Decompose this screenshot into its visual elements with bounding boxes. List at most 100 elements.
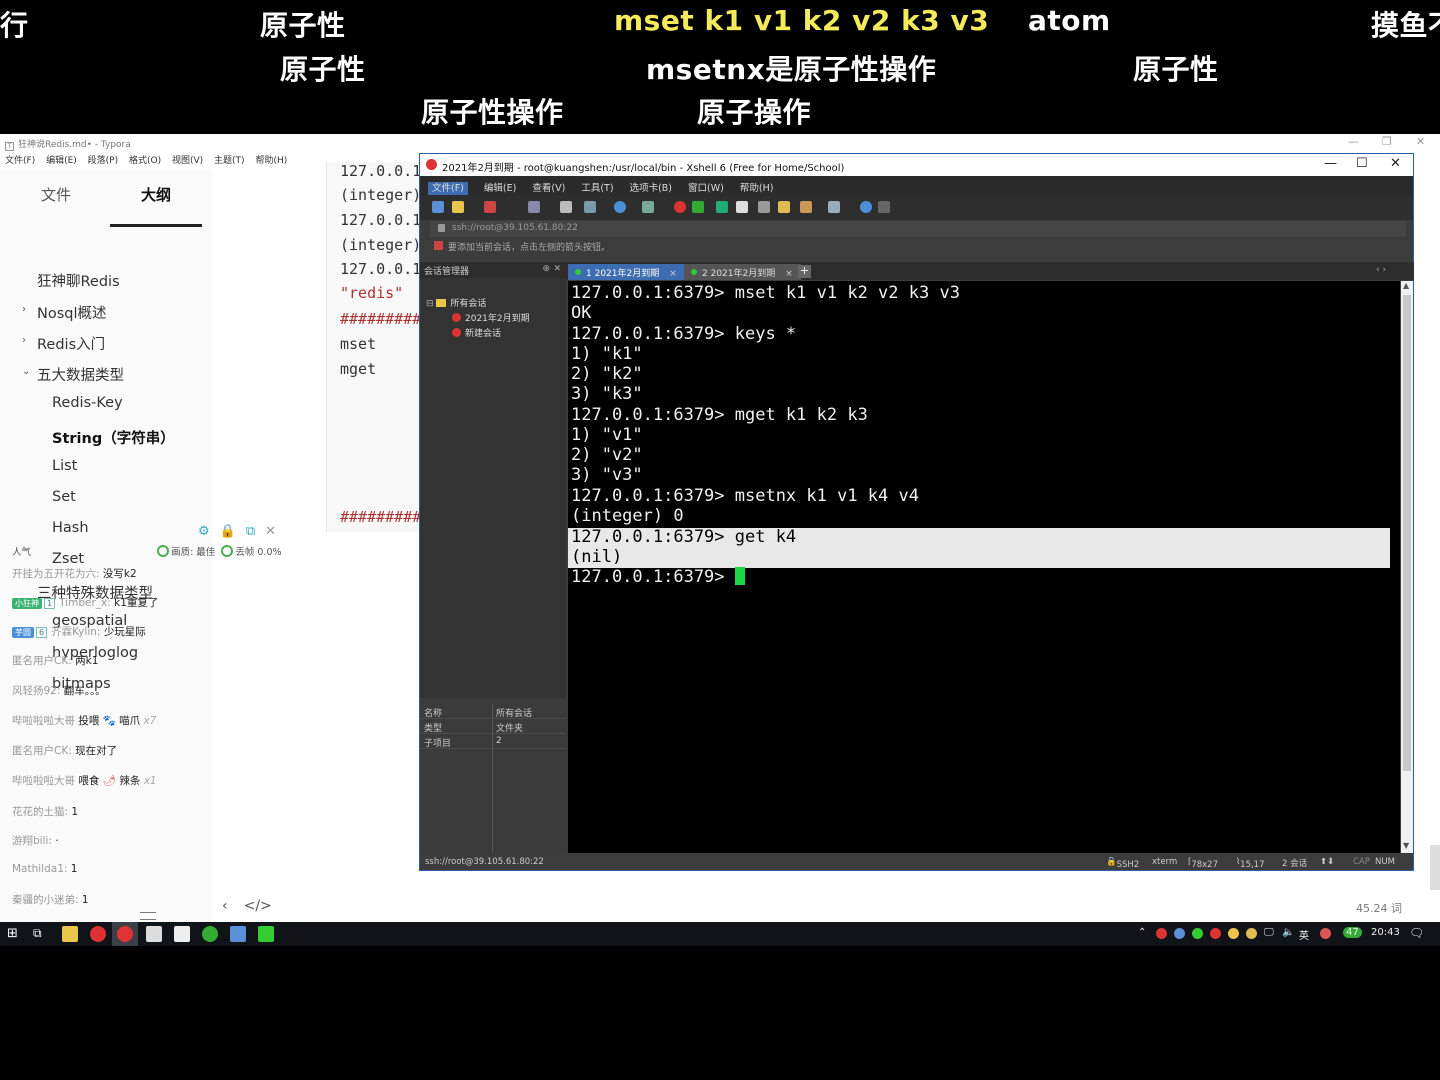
- menu-help[interactable]: 帮助(H): [740, 183, 774, 194]
- menu-tabs[interactable]: 选项卡(B): [630, 183, 672, 194]
- settings-icon[interactable]: ⚙: [198, 524, 210, 539]
- popout-icon[interactable]: ⧉: [246, 524, 255, 539]
- ime-indicator[interactable]: 英: [1299, 927, 1309, 942]
- menu-icon[interactable]: [140, 912, 156, 920]
- drop-label: 丢帧 0.0%: [235, 547, 282, 558]
- find-icon[interactable]: [560, 201, 572, 213]
- browser-icon[interactable]: [90, 926, 106, 942]
- menu-file[interactable]: 文件(F): [428, 182, 468, 195]
- scroll-down-icon[interactable]: ▼: [1403, 841, 1409, 850]
- session-tab[interactable]: 2 2021年2月到期 ×: [684, 264, 801, 280]
- menu-tools[interactable]: 工具(T): [581, 183, 613, 194]
- restore-icon[interactable]: ❐: [1382, 135, 1392, 148]
- tray-app-icon[interactable]: [1228, 928, 1239, 939]
- globe-icon[interactable]: [614, 201, 626, 213]
- xshell-taskbar-icon[interactable]: [117, 926, 133, 942]
- lock-icon[interactable]: [736, 201, 748, 213]
- network-icon[interactable]: 🖵: [1264, 927, 1274, 938]
- tray-app-icon[interactable]: [1192, 928, 1203, 939]
- disconnect-icon[interactable]: [484, 201, 496, 213]
- new-session-icon[interactable]: [432, 201, 444, 213]
- minimize-icon[interactable]: —: [1324, 156, 1337, 171]
- terminal-line: 127.0.0.1:6379> mget k1 k2 k3: [571, 405, 868, 425]
- minimize-icon[interactable]: —: [1348, 135, 1359, 148]
- maximize-icon[interactable]: ☐: [1356, 156, 1368, 171]
- compose-icon[interactable]: [800, 201, 812, 213]
- tray-app-icon[interactable]: [1320, 928, 1331, 939]
- menu-edit[interactable]: 编辑(E): [484, 183, 516, 194]
- xftp-icon[interactable]: [674, 201, 686, 213]
- close-icon[interactable]: ×: [669, 269, 677, 279]
- chat-gift-message: 哔啦啦啦大哥 投喂 🐾 喵爪 x7: [12, 715, 157, 727]
- tree-root[interactable]: ⊟ 所有会话: [426, 296, 486, 309]
- word-count[interactable]: 45.24 词: [1356, 900, 1402, 916]
- volume-icon[interactable]: 🔈: [1282, 927, 1294, 938]
- terminal-line: 127.0.0.1:6379> msetnx k1 v1 k4 v4: [571, 486, 919, 506]
- highlight-icon[interactable]: [778, 201, 790, 213]
- close-icon[interactable]: ×: [785, 269, 793, 279]
- session-item[interactable]: 新建会话: [452, 326, 501, 339]
- session-tab-active[interactable]: 1 2021年2月到期 ×: [568, 264, 685, 280]
- session-item[interactable]: 2021年2月到期: [452, 311, 530, 324]
- drop-icon: [221, 545, 234, 557]
- xshell-logo-icon: [426, 159, 437, 170]
- xmanager-icon[interactable]: [692, 201, 704, 213]
- action-center-icon[interactable]: 🗨: [1409, 926, 1424, 940]
- file-explorer-icon[interactable]: [62, 926, 78, 942]
- help-icon[interactable]: [860, 201, 872, 213]
- pin-icon[interactable]: ⊕: [542, 264, 550, 274]
- keyboard-icon[interactable]: [758, 201, 770, 213]
- close-icon[interactable]: ✕: [1390, 156, 1401, 171]
- address-bar[interactable]: ssh://root@39.105.61.80:22: [430, 221, 1406, 237]
- close-icon[interactable]: ✕: [553, 264, 561, 274]
- tab-scroll-icon[interactable]: ‹ ›: [1376, 265, 1386, 275]
- tray-app-icon[interactable]: [1174, 928, 1185, 939]
- chat-message: 游翔bili: ·: [12, 835, 59, 847]
- source-code-icon[interactable]: </>: [244, 898, 272, 914]
- notification-count-badge[interactable]: 47: [1343, 927, 1362, 938]
- menu-view[interactable]: 查看(V): [532, 183, 565, 194]
- chat-icon[interactable]: [878, 201, 890, 213]
- tray-expand-icon[interactable]: ⌃: [1138, 927, 1146, 938]
- terminal[interactable]: 127.0.0.1:6379> mset k1 v1 k2 v2 k3 v3 O…: [568, 281, 1400, 853]
- danmaku-overlay: 行 原子性 mset k1 v1 k2 v2 k3 v3 atom 摸鱼不 原子…: [0, 0, 1440, 134]
- gift-icon: 🐾: [102, 715, 116, 727]
- chevron-left-icon[interactable]: ‹: [222, 898, 228, 914]
- task-view-icon[interactable]: ⧉: [33, 926, 42, 941]
- tray-app-icon[interactable]: [1156, 928, 1167, 939]
- fullscreen-icon[interactable]: [716, 201, 728, 213]
- open-icon[interactable]: [452, 201, 464, 213]
- close-icon[interactable]: ✕: [265, 524, 276, 539]
- font-icon[interactable]: [642, 201, 654, 213]
- windows-start-icon[interactable]: ⊞: [7, 926, 18, 941]
- copy-icon[interactable]: [528, 201, 540, 213]
- scroll-up-icon[interactable]: ▲: [1403, 281, 1409, 290]
- transfer-icon[interactable]: ⬆⬇: [1320, 857, 1334, 867]
- page-scrollbar[interactable]: [1430, 845, 1440, 890]
- danmaku-comment: msetnx是原子性操作: [646, 53, 937, 86]
- add-tab-button[interactable]: +: [798, 265, 811, 278]
- close-icon[interactable]: ✕: [1416, 135, 1425, 148]
- app-icon[interactable]: [146, 926, 162, 942]
- bookmark-icon[interactable]: [434, 241, 443, 250]
- terminal-scrollbar[interactable]: ▲ ▼: [1401, 281, 1413, 853]
- code-line: 127.0.0.1: [340, 162, 422, 180]
- fan-level: 6: [36, 627, 48, 638]
- scrollbar-thumb[interactable]: [1403, 295, 1411, 771]
- chat-message: 匿名用户CK: 两k1: [12, 655, 99, 667]
- layout-icon[interactable]: [828, 201, 840, 213]
- print-icon[interactable]: [584, 201, 596, 213]
- menu-window[interactable]: 窗口(W): [688, 183, 724, 194]
- lock-icon[interactable]: 🔒: [220, 524, 236, 539]
- clock[interactable]: 20:43: [1371, 927, 1400, 938]
- app-icon[interactable]: [230, 926, 246, 942]
- connected-icon: [575, 269, 581, 275]
- app-icon[interactable]: [202, 926, 218, 942]
- tray-app-icon[interactable]: [1246, 928, 1257, 939]
- lock-icon: [438, 224, 445, 232]
- session-tab-bar: 1 2021年2月到期 × 2 2021年2月到期 × + ‹ ›: [566, 262, 1414, 280]
- tray-app-icon[interactable]: [1210, 928, 1221, 939]
- chat-message: 花花的土猫: 1: [12, 806, 79, 818]
- wechat-icon[interactable]: [258, 926, 274, 942]
- typora-taskbar-icon[interactable]: [174, 926, 190, 942]
